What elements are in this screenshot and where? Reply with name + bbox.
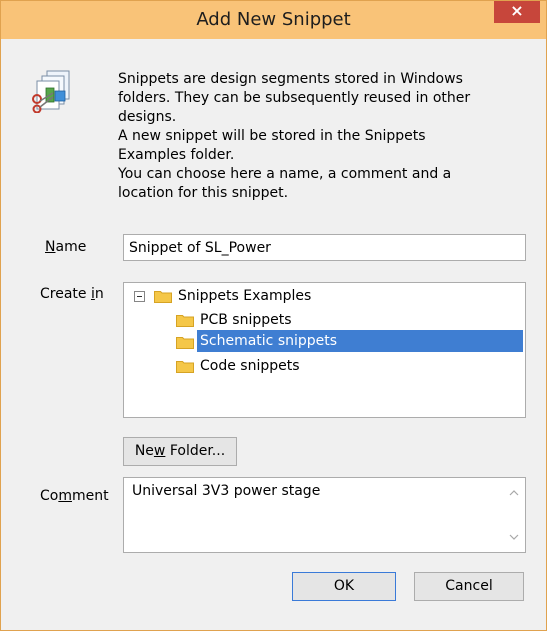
- collapse-icon[interactable]: [134, 291, 145, 302]
- comment-label-before: Co: [40, 488, 59, 504]
- cancel-button[interactable]: Cancel: [414, 572, 524, 601]
- new-folder-label-before: Ne: [134, 443, 154, 459]
- new-folder-button[interactable]: New Folder...: [123, 437, 237, 466]
- tree-item-code-snippets[interactable]: Code snippets: [200, 355, 300, 377]
- scroll-down-icon[interactable]: [509, 532, 519, 542]
- ok-button[interactable]: OK: [292, 572, 396, 601]
- comment-scrollbar[interactable]: [503, 478, 525, 552]
- name-label-mnemonic: N: [45, 239, 56, 255]
- snippets-scissors-icon: [32, 70, 70, 113]
- name-label: Name: [45, 239, 86, 255]
- intro-line: A new snippet will be stored in the Snip…: [118, 128, 426, 144]
- folder-icon: [176, 361, 194, 373]
- comment-value: Universal 3V3 power stage: [132, 483, 321, 499]
- comment-label-mnemonic: m: [58, 488, 72, 504]
- folder-icon: [176, 337, 194, 349]
- comment-label-after: ment: [71, 488, 109, 504]
- intro-line: folders. They can be subsequently reused…: [118, 90, 471, 106]
- intro-line: location for this snippet.: [118, 185, 289, 201]
- create-in-label: Create in: [40, 286, 104, 302]
- dialog-title: Add New Snippet: [196, 9, 351, 30]
- folder-icon: [154, 291, 172, 303]
- intro-line: You can choose here a name, a comment an…: [118, 166, 452, 182]
- scroll-up-icon[interactable]: [509, 488, 519, 498]
- tree-item-snippets-examples[interactable]: Snippets Examples: [178, 285, 311, 307]
- new-folder-label-mnemonic: w: [153, 443, 166, 459]
- intro-line: Examples folder.: [118, 147, 235, 163]
- name-label-rest: ame: [55, 239, 87, 255]
- folder-icon: [176, 315, 194, 327]
- comment-label: Comment: [40, 488, 109, 504]
- create-in-label-after: n: [94, 286, 104, 302]
- comment-textarea[interactable]: Universal 3V3 power stage: [123, 477, 526, 553]
- tree-item-pcb-snippets[interactable]: PCB snippets: [200, 309, 292, 331]
- new-folder-label-after: Folder...: [165, 443, 226, 459]
- create-in-label-before: Create: [40, 286, 91, 302]
- add-new-snippet-dialog: Add New Snippet × Snippets are design se…: [0, 0, 547, 631]
- close-button[interactable]: ×: [494, 1, 540, 23]
- intro-text: Snippets are design segments stored in W…: [118, 70, 528, 203]
- name-input[interactable]: [123, 234, 526, 261]
- tree-item-schematic-snippets[interactable]: Schematic snippets: [200, 330, 337, 352]
- intro-line: designs.: [118, 109, 177, 125]
- intro-line: Snippets are design segments stored in W…: [118, 71, 463, 87]
